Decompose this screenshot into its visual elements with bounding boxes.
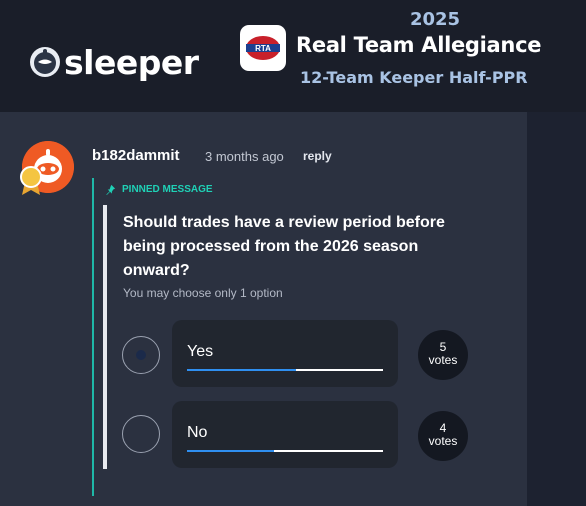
vote-progress-fill	[187, 450, 274, 452]
vote-progress-fill	[187, 369, 296, 371]
vote-progress-track	[187, 450, 383, 452]
option-no-radio[interactable]	[122, 415, 160, 453]
league-logo[interactable]: RTA	[240, 25, 286, 71]
option-label: No	[187, 424, 208, 441]
poll-option-yes[interactable]: Yes	[172, 320, 398, 387]
vote-progress-track	[187, 369, 383, 371]
side-strip	[527, 112, 586, 506]
selected-dot	[136, 350, 146, 360]
thread-line	[92, 178, 94, 496]
brand-name: sleeper	[64, 42, 199, 82]
pinned-label-text: PINNED MESSAGE	[122, 184, 213, 195]
award-badge-icon	[19, 166, 43, 196]
sleeper-mascot-icon	[30, 47, 60, 77]
pinned-label: PINNED MESSAGE	[105, 184, 213, 195]
message-timestamp: 3 months ago	[205, 149, 284, 164]
sleeper-logo[interactable]: sleeper	[30, 40, 199, 84]
rta-logo-icon: RTA	[246, 36, 280, 60]
vote-count-badge: 4 votes	[418, 411, 468, 461]
poll-option-no[interactable]: No	[172, 401, 398, 468]
season-year: 2025	[409, 9, 461, 30]
poll-accent-bar	[103, 205, 107, 469]
svg-text:RTA: RTA	[255, 44, 271, 53]
vote-count-badge: 5 votes	[418, 330, 468, 380]
poll-hint: You may choose only 1 option	[123, 286, 283, 300]
poll-question: Should trades have a review period befor…	[123, 214, 445, 279]
reply-link[interactable]: reply	[303, 149, 332, 163]
vote-count-label: votes	[428, 434, 458, 448]
message-username[interactable]: b182dammit	[92, 147, 180, 164]
pin-icon	[106, 184, 116, 195]
league-name[interactable]: Real Team Allegiance	[296, 33, 541, 57]
league-subtitle: 12-Team Keeper Half-PPR	[300, 68, 528, 87]
vote-count-label: votes	[428, 353, 458, 367]
app-header: sleeper RTA 2025 Real Team Allegiance 12…	[0, 0, 586, 112]
option-label: Yes	[187, 343, 214, 360]
option-yes-radio[interactable]	[122, 336, 160, 374]
